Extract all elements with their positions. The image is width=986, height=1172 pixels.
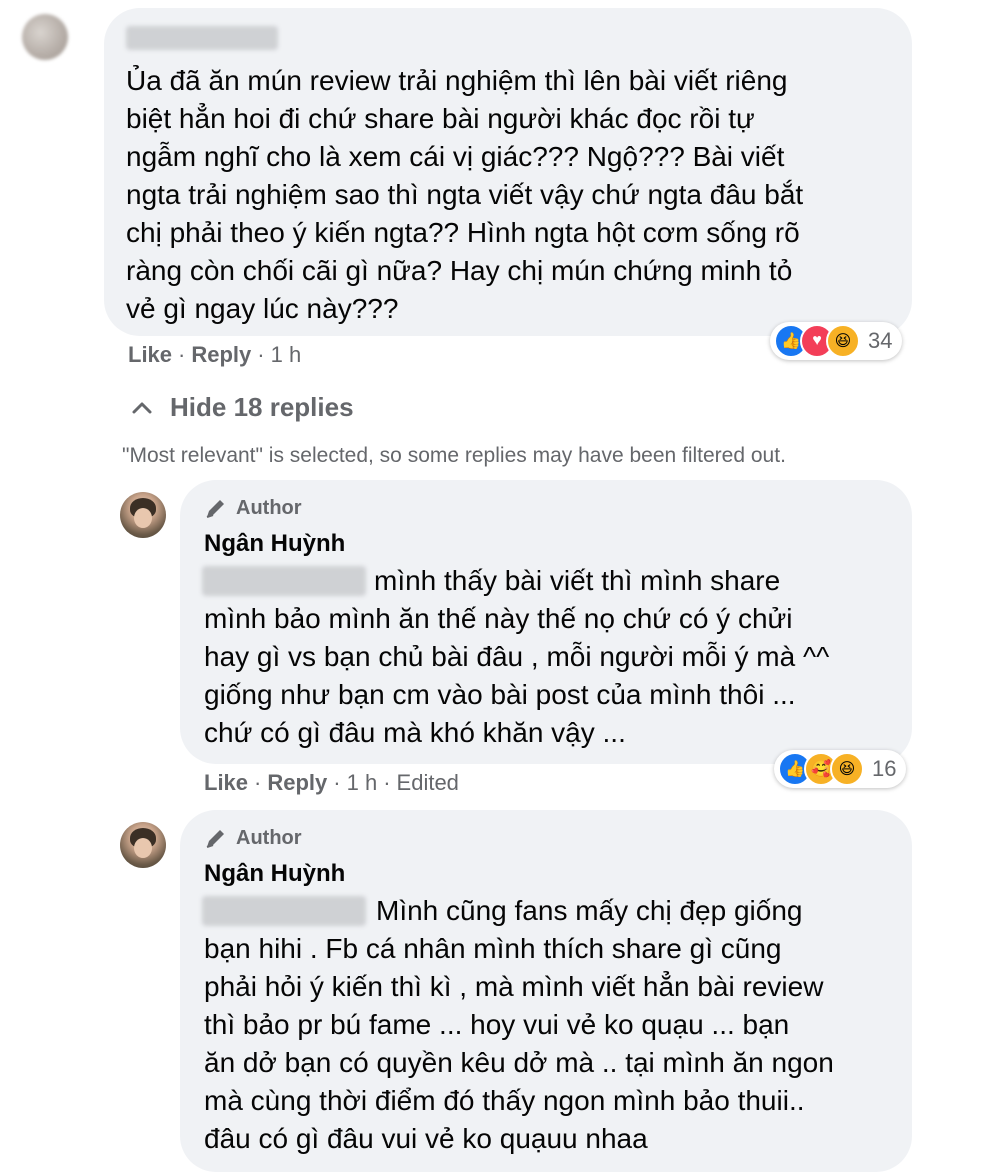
reply-bubble: Author Ngân Huỳnh mình thấy bài viết thì… <box>180 480 912 764</box>
reply-button[interactable]: Reply <box>267 770 327 796</box>
comment-bubble: Ủa đã ăn mún review trải nghiệm thì lên … <box>104 8 912 336</box>
comment-reactions[interactable]: 👍 ♥ 😆 34 <box>770 322 903 360</box>
separator: · <box>178 342 186 367</box>
haha-icon: 😆 <box>826 324 860 358</box>
blurred-mention[interactable] <box>202 896 366 926</box>
reply-timestamp[interactable]: 1 h <box>347 770 378 796</box>
haha-icon: 😆 <box>830 752 864 786</box>
author-badge: Author <box>204 496 302 520</box>
blurred-mention[interactable] <box>202 566 366 596</box>
separator: · <box>383 770 391 795</box>
hide-replies-button[interactable]: Hide 18 replies <box>130 392 354 423</box>
chevron-up-icon <box>132 402 152 413</box>
pen-icon <box>206 500 224 518</box>
reply-author-name[interactable]: Ngân Huỳnh <box>204 530 345 558</box>
reply-actions: Like · Reply · 1 h · Edited <box>204 770 459 796</box>
edited-label[interactable]: Edited <box>397 770 459 796</box>
reply-text: bạn hihi . Fb cá nhân mình thích share g… <box>204 933 834 1154</box>
like-button[interactable]: Like <box>204 770 248 796</box>
reply-avatar[interactable] <box>120 822 166 868</box>
comment-text: Ủa đã ăn mún review trải nghiệm thì lên … <box>126 65 804 324</box>
reaction-count: 16 <box>872 756 897 781</box>
author-badge-label: Author <box>236 826 302 849</box>
author-badge: Author <box>204 826 302 850</box>
separator: · <box>254 770 262 795</box>
comment-timestamp[interactable]: 1 h <box>271 342 302 368</box>
reply-text-first-line: Mình cũng fans mấy chị đẹp giống <box>376 895 803 926</box>
pen-icon <box>206 830 224 848</box>
reply-author-name[interactable]: Ngân Huỳnh <box>204 860 345 888</box>
reply-bubble: Author Ngân Huỳnh Mình cũng fans mấy chị… <box>180 810 912 1172</box>
reply-text-first-line: mình thấy bài viết thì mình share <box>374 565 781 596</box>
reply-text: mình bảo mình ăn thế này thế nọ chứ có ý… <box>204 603 830 748</box>
commenter-avatar[interactable] <box>22 14 68 60</box>
reply-reactions[interactable]: 👍 🥰 😆 16 <box>774 750 907 788</box>
reply-avatar[interactable] <box>120 492 166 538</box>
author-badge-label: Author <box>236 496 302 519</box>
comment-actions: Like · Reply · 1 h <box>128 342 301 368</box>
separator: · <box>257 342 265 367</box>
reaction-count: 34 <box>868 328 893 353</box>
separator: · <box>333 770 341 795</box>
reply-button[interactable]: Reply <box>191 342 251 368</box>
blurred-commenter-name[interactable] <box>126 26 278 50</box>
filter-note: "Most relevant" is selected, so some rep… <box>122 444 786 467</box>
hide-replies-label: Hide 18 replies <box>170 392 354 422</box>
like-button[interactable]: Like <box>128 342 172 368</box>
